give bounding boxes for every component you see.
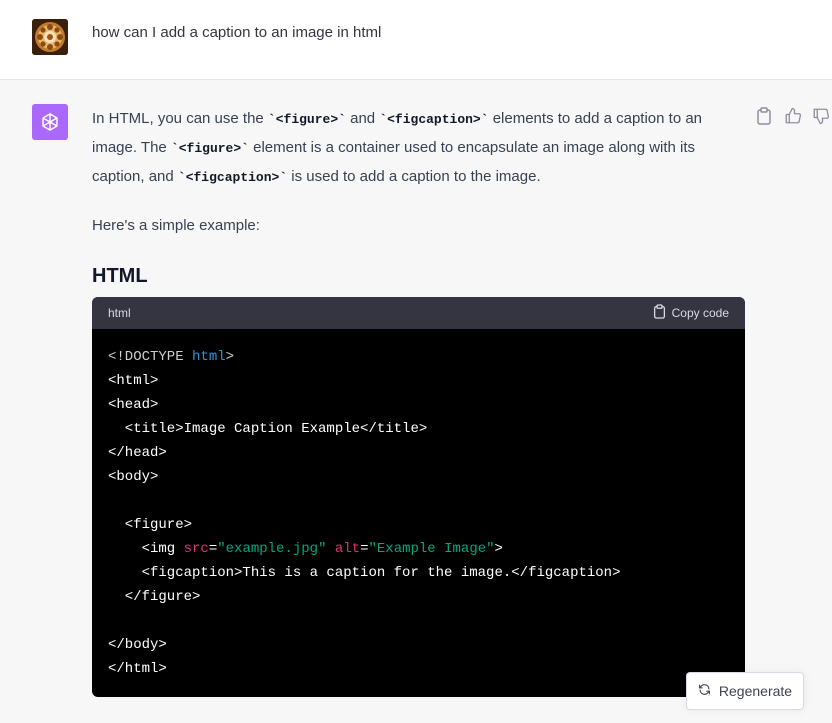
section-heading: HTML <box>92 265 148 287</box>
code-token: </body> <box>108 637 167 653</box>
code-token: alt <box>334 541 361 557</box>
code-token: <title>Image Caption Example</title> <box>108 421 428 437</box>
message-actions <box>756 107 830 125</box>
code-line: <head> <box>108 393 729 417</box>
assistant-message-content: In HTML, you can use the `<figure>` and … <box>92 105 747 290</box>
code-token: </html> <box>108 661 167 677</box>
code-line: <figcaption>This is a caption for the im… <box>108 561 729 585</box>
code-token: <head> <box>108 397 159 413</box>
inline-code: `<figcaption>` <box>177 170 288 185</box>
code-content[interactable]: <!DOCTYPE html> <html> <head> <title>Image… <box>92 329 745 697</box>
inline-code: `<figure>` <box>170 141 249 156</box>
assistant-message-row: In HTML, you can use the `<figure>` and … <box>0 81 832 723</box>
paragraph-text: and <box>345 110 380 127</box>
clipboard-icon <box>653 304 666 322</box>
copy-code-label: Copy code <box>671 306 729 320</box>
inline-code: `<figcaption>` <box>379 112 489 127</box>
refresh-icon <box>698 683 711 699</box>
thumbs-up-icon[interactable] <box>784 107 802 125</box>
code-block: html Copy code <!DOCTYPE html> <html> <hea… <box>92 297 745 697</box>
code-token: src <box>183 541 209 557</box>
code-token: <figcaption>This is a caption for the im… <box>108 565 621 581</box>
code-line: <img src="example.jpg" alt="Example Imag… <box>108 537 729 561</box>
code-token: > <box>494 541 503 557</box>
thumbs-down-icon[interactable] <box>812 107 830 125</box>
code-block-header: html Copy code <box>92 297 745 329</box>
code-token: html <box>192 349 226 365</box>
code-token: <body> <box>108 469 159 485</box>
code-language-label: html <box>108 306 131 320</box>
code-line: </head> <box>108 441 729 465</box>
inline-code: `<figure>` <box>267 112 346 127</box>
code-line: <!DOCTYPE html> <box>108 345 729 369</box>
code-token: </figure> <box>108 589 201 605</box>
clipboard-icon[interactable] <box>756 107 774 125</box>
paragraph-text: In HTML, you can use the <box>92 110 268 127</box>
code-line: <body> <box>108 465 729 489</box>
code-token: <img <box>108 541 184 557</box>
code-token: </head> <box>108 445 167 461</box>
regenerate-label: Regenerate <box>718 683 793 699</box>
regenerate-button[interactable]: Regenerate <box>686 672 804 710</box>
code-line: <html> <box>108 369 729 393</box>
code-token: > <box>225 349 235 365</box>
code-token: "Example Image" <box>368 541 495 557</box>
openai-logo-icon <box>32 104 68 140</box>
user-message-row: how can I add a caption to an image in h… <box>0 0 832 80</box>
code-token: = <box>208 541 218 557</box>
code-token: = <box>360 541 369 557</box>
code-line: <figure> <box>108 513 729 537</box>
user-avatar <box>32 19 68 55</box>
code-token: <html> <box>108 373 159 389</box>
copy-code-button[interactable]: Copy code <box>653 304 729 322</box>
code-line: <title>Image Caption Example</title> <box>108 417 729 441</box>
user-message-text: how can I add a caption to an image in h… <box>92 24 382 41</box>
assistant-paragraph-example: Here's a simple example: <box>92 217 260 234</box>
code-token: "example.jpg" <box>217 541 327 557</box>
paragraph-text: is used to add a caption to the image. <box>287 168 541 185</box>
assistant-paragraph-intro: In HTML, you can use the `<figure>` and … <box>92 105 747 192</box>
code-line: </figure> <box>108 585 729 609</box>
code-token: <!DOCTYPE <box>108 349 193 365</box>
code-line: </html> <box>108 657 729 681</box>
code-token: <figure> <box>108 517 193 533</box>
code-line: </body> <box>108 633 729 657</box>
